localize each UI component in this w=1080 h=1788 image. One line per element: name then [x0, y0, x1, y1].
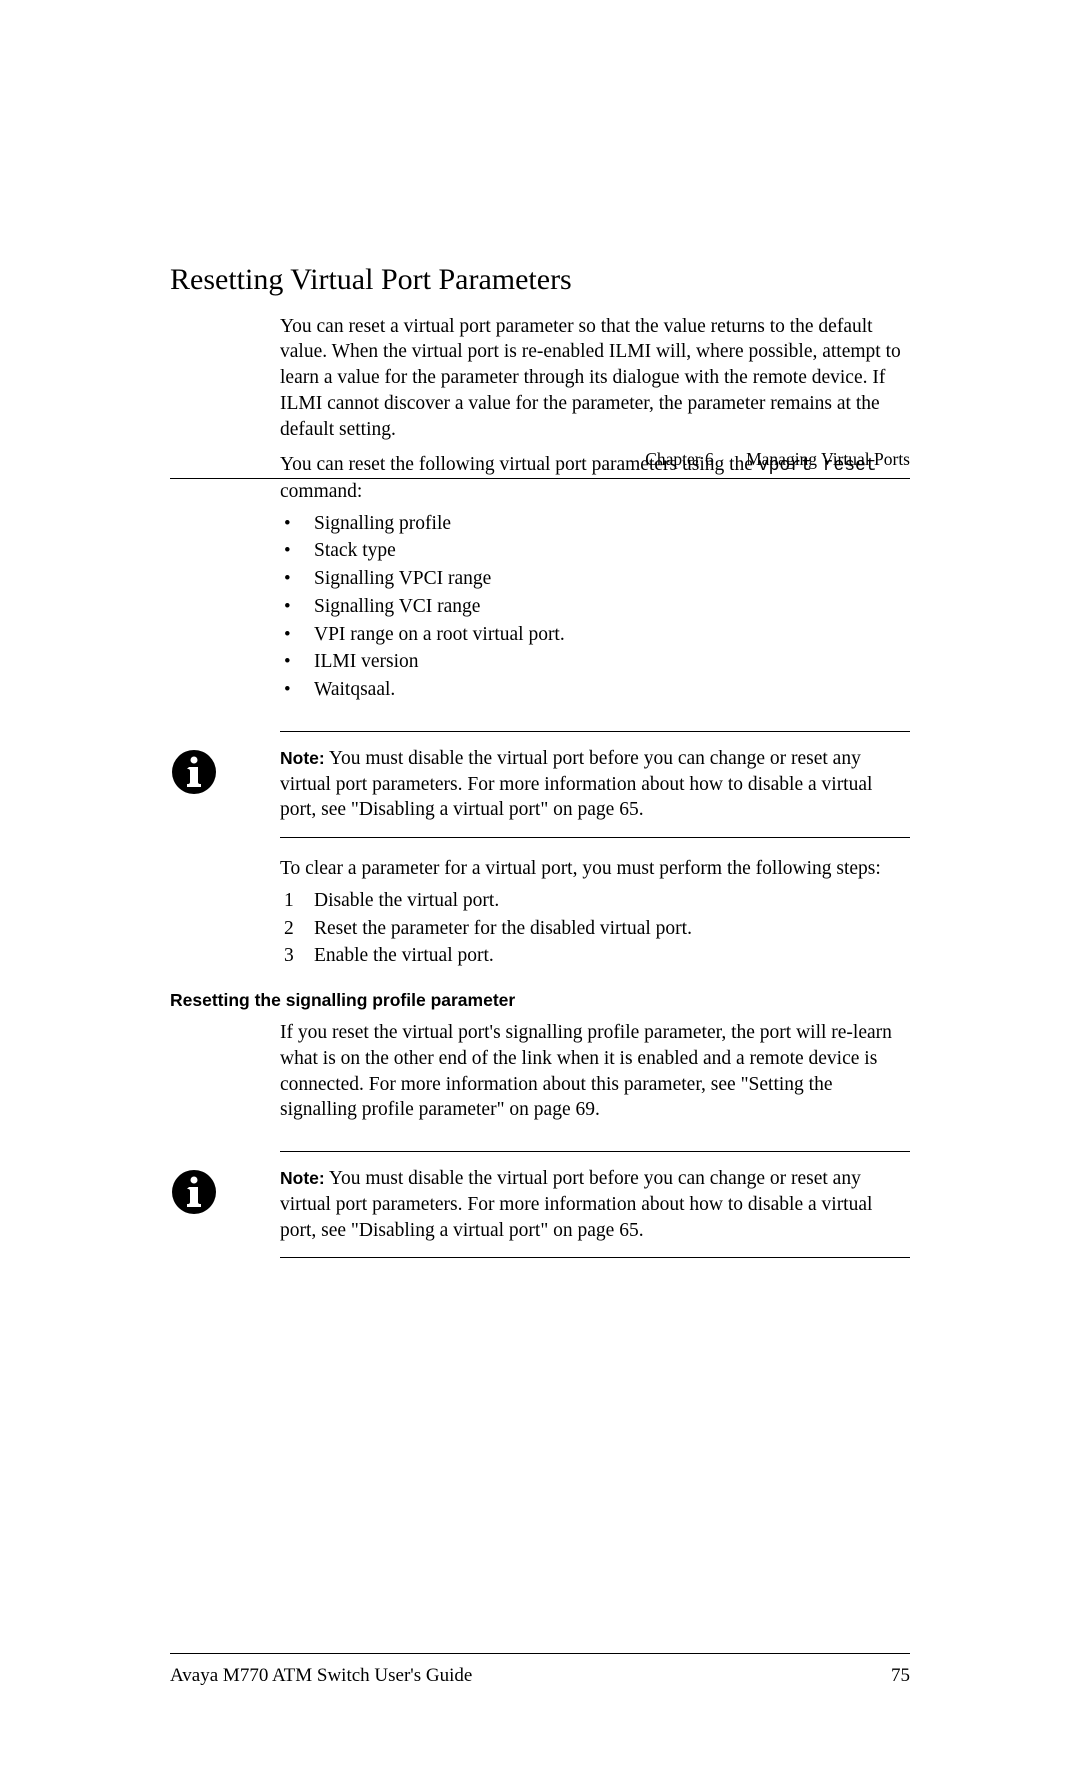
note-rule-bottom — [280, 1257, 910, 1258]
body-block: You can reset a virtual port parameter s… — [280, 314, 910, 703]
note-block-1: Note: You must disable the virtual port … — [170, 731, 910, 838]
note-icon-wrap — [170, 746, 280, 796]
footer-page-number: 75 — [891, 1663, 910, 1688]
note-text: Note: You must disable the virtual port … — [280, 1166, 910, 1243]
intro-paragraph-1: You can reset a virtual port parameter s… — [280, 314, 910, 443]
list-item: Enable the virtual port. — [280, 943, 910, 969]
list-item: VPI range on a root virtual port. — [280, 622, 910, 648]
list-item: Signalling profile — [280, 511, 910, 537]
list-item: Waitqsaal. — [280, 677, 910, 703]
chapter-title: Managing Virtual Ports — [746, 449, 910, 469]
note-block-2: Note: You must disable the virtual port … — [170, 1151, 910, 1258]
list-item: Disable the virtual port. — [280, 888, 910, 914]
note-body: You must disable the virtual port before… — [280, 748, 872, 820]
list-item: Stack type — [280, 538, 910, 564]
chapter-label: Chapter 6 — [645, 449, 714, 469]
note-row: Note: You must disable the virtual port … — [170, 1152, 910, 1257]
heading-2: Resetting the signalling profile paramet… — [170, 989, 910, 1012]
running-header: Chapter 6 Managing Virtual Ports — [645, 448, 910, 471]
note-body: You must disable the virtual port before… — [280, 1168, 872, 1240]
info-icon — [170, 1168, 218, 1216]
note-label: Note: — [280, 1168, 325, 1188]
footer-rule — [170, 1653, 910, 1654]
note-icon-wrap — [170, 1166, 280, 1216]
note-row: Note: You must disable the virtual port … — [170, 732, 910, 837]
page: Chapter 6 Managing Virtual Ports Resetti… — [0, 260, 1080, 1788]
steps-list: Disable the virtual port. Reset the para… — [280, 888, 910, 969]
heading-1: Resetting Virtual Port Parameters — [170, 260, 910, 300]
intro2-tail: command: — [280, 481, 362, 502]
steps-block: To clear a parameter for a virtual port,… — [280, 856, 910, 969]
list-item: ILMI version — [280, 649, 910, 675]
note-label: Note: — [280, 748, 325, 768]
list-item: Signalling VPCI range — [280, 566, 910, 592]
list-item: Reset the parameter for the disabled vir… — [280, 916, 910, 942]
profile-paragraph: If you reset the virtual port's signalli… — [280, 1020, 910, 1123]
parameter-list: Signalling profile Stack type Signalling… — [280, 511, 910, 703]
footer-text: Avaya M770 ATM Switch User's Guide — [170, 1663, 472, 1688]
list-item: Signalling VCI range — [280, 594, 910, 620]
steps-lead: To clear a parameter for a virtual port,… — [280, 856, 910, 882]
note-rule-bottom — [280, 837, 910, 838]
profile-block: If you reset the virtual port's signalli… — [280, 1020, 910, 1123]
info-icon — [170, 748, 218, 796]
header-rule — [170, 478, 910, 479]
note-text: Note: You must disable the virtual port … — [280, 746, 910, 823]
